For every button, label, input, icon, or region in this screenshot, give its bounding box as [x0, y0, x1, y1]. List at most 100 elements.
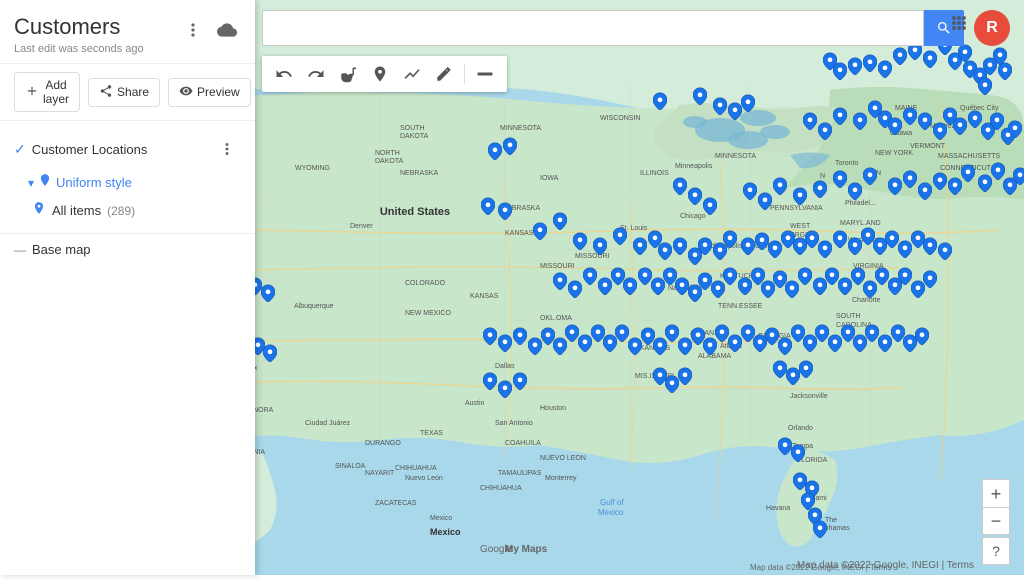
svg-text:NEBRASKA: NEBRASKA [502, 205, 540, 212]
svg-text:ILLINOIS: ILLINOIS [640, 170, 669, 177]
svg-text:N: N [820, 173, 825, 180]
svg-text:Denver: Denver [350, 223, 373, 230]
measure-button[interactable] [430, 60, 458, 88]
more-options-button[interactable] [179, 16, 207, 44]
svg-text:VERMONT: VERMONT [910, 143, 946, 150]
action-row: Add layer Share Preview [0, 64, 255, 121]
user-avatar[interactable]: R [974, 10, 1010, 46]
svg-text:Washl.ngton: Washl.ngton [848, 237, 887, 244]
zoom-in-button[interactable]: + [982, 479, 1010, 507]
zoom-out-button[interactable]: − [982, 507, 1010, 535]
cloud-save-button[interactable] [213, 16, 241, 44]
svg-text:San Antonio: San Antonio [495, 420, 533, 427]
style-text[interactable]: Uniform style [56, 175, 132, 190]
svg-text:OKL.OMA: OKL.OMA [540, 315, 572, 322]
search-input[interactable] [262, 10, 924, 46]
svg-text:Indianapolis: Indianapolis [705, 243, 743, 250]
basemap-label: Base map [32, 242, 91, 257]
svg-text:CHIHUAHUA: CHIHUAHUA [480, 485, 522, 492]
layer-header: ✓ Customer Locations [0, 129, 255, 169]
svg-text:MARYL.AND: MARYL.AND [840, 220, 881, 227]
svg-text:MISSOURI: MISSOURI [575, 253, 610, 260]
svg-text:NUEVO LEON: NUEVO LEON [540, 455, 586, 462]
redo-button[interactable] [302, 60, 330, 88]
side-panel: Customers Last edit was seconds ago Add … [0, 0, 255, 575]
search-bar [262, 10, 964, 46]
svg-text:Austin: Austin [465, 400, 485, 407]
marker-button[interactable] [366, 60, 394, 88]
svg-text:Nuevo León: Nuevo León [405, 475, 443, 482]
svg-text:Miami: Miami [808, 495, 827, 502]
svg-text:CHIHUAHUA: CHIHUAHUA [395, 465, 437, 472]
svg-text:TENN.ESSEE: TENN.ESSEE [718, 303, 763, 310]
svg-text:Orlando: Orlando [788, 425, 813, 432]
chevron-down-icon: ▾ [28, 176, 34, 190]
add-layer-button[interactable]: Add layer [14, 72, 80, 112]
zoom-controls: + − [982, 479, 1010, 535]
svg-text:N: N [876, 170, 881, 177]
svg-text:COLORADO: COLORADO [405, 280, 446, 287]
preview-label: Preview [197, 85, 240, 99]
svg-text:My Maps: My Maps [505, 544, 548, 555]
svg-text:MAINE: MAINE [895, 105, 918, 112]
apps-icon[interactable] [949, 13, 969, 38]
preview-icon [179, 84, 193, 101]
svg-text:Mexico: Mexico [598, 508, 624, 517]
all-items-label: All items [52, 203, 101, 218]
select-button[interactable] [471, 60, 499, 88]
item-count: (289) [107, 204, 135, 218]
pan-button[interactable] [334, 60, 362, 88]
help-button[interactable]: ? [982, 537, 1010, 565]
svg-text:ALABAMA: ALABAMA [698, 353, 731, 360]
svg-text:Mexico: Mexico [430, 527, 461, 537]
map-toolbar [262, 56, 507, 92]
svg-text:SOUTH: SOUTH [400, 125, 425, 132]
svg-text:Chicago: Chicago [680, 213, 706, 220]
svg-text:NEBRASKA: NEBRASKA [400, 170, 438, 177]
add-layer-label: Add layer [43, 78, 69, 106]
share-button[interactable]: Share [88, 78, 160, 107]
svg-text:WISCONSIN: WISCONSIN [600, 115, 640, 122]
svg-text:DAKOTA: DAKOTA [375, 158, 404, 165]
svg-text:CONNECTICUT: CONNECTICUT [940, 165, 992, 172]
svg-text:Philadel...: Philadel... [845, 200, 876, 207]
svg-text:Houston: Houston [540, 405, 566, 412]
svg-text:NEW YORK: NEW YORK [875, 150, 913, 157]
layer-style-row[interactable]: ▾ Uniform style [0, 169, 255, 196]
line-button[interactable] [398, 60, 426, 88]
svg-text:SOUTH: SOUTH [836, 313, 861, 320]
panel-title: Customers [14, 14, 144, 40]
svg-text:ARKAN.SAS: ARKAN.SAS [630, 345, 670, 352]
svg-text:St. Louis: St. Louis [620, 225, 648, 232]
pin-style-icon [38, 173, 52, 192]
svg-text:Monterrey: Monterrey [545, 475, 577, 482]
undo-button[interactable] [270, 60, 298, 88]
svg-text:Mexico: Mexico [430, 515, 452, 522]
svg-text:Tampa: Tampa [792, 443, 813, 450]
svg-text:KENTUCKY: KENTUCKY [720, 273, 758, 280]
svg-text:KANSAS: KANSAS [470, 293, 499, 300]
svg-text:Bahamas: Bahamas [820, 525, 850, 532]
all-items-row[interactable]: All items (289) [0, 196, 255, 225]
svg-text:DURANGO: DURANGO [365, 440, 401, 447]
layer-more-button[interactable] [213, 135, 241, 163]
svg-text:Atlanta: Atlanta [720, 343, 742, 350]
svg-text:DAKOTA: DAKOTA [400, 133, 429, 140]
preview-button[interactable]: Preview [168, 78, 251, 107]
location-pin-icon [32, 200, 46, 221]
svg-text:Toronto: Toronto [835, 160, 858, 167]
svg-text:NAYARIT: NAYARIT [365, 470, 395, 477]
svg-text:Québec City: Québec City [960, 105, 999, 112]
svg-text:United States: United States [380, 206, 450, 218]
share-icon [99, 84, 113, 101]
svg-text:COAHUILA: COAHUILA [505, 440, 541, 447]
toolbar-divider [464, 64, 465, 84]
panel-header: Customers Last edit was seconds ago [0, 0, 255, 64]
layer-name: Customer Locations [32, 142, 148, 157]
svg-text:ARKANSAS: ARKANSAS [690, 330, 728, 337]
svg-text:ZACATECAS: ZACATECAS [375, 500, 417, 507]
svg-text:KANSAS: KANSAS [505, 230, 534, 237]
svg-text:Minneapolis: Minneapolis [675, 163, 713, 170]
basemap-section[interactable]: — Base map [0, 234, 255, 265]
svg-text:Ciudad Juárez: Ciudad Juárez [305, 420, 351, 427]
